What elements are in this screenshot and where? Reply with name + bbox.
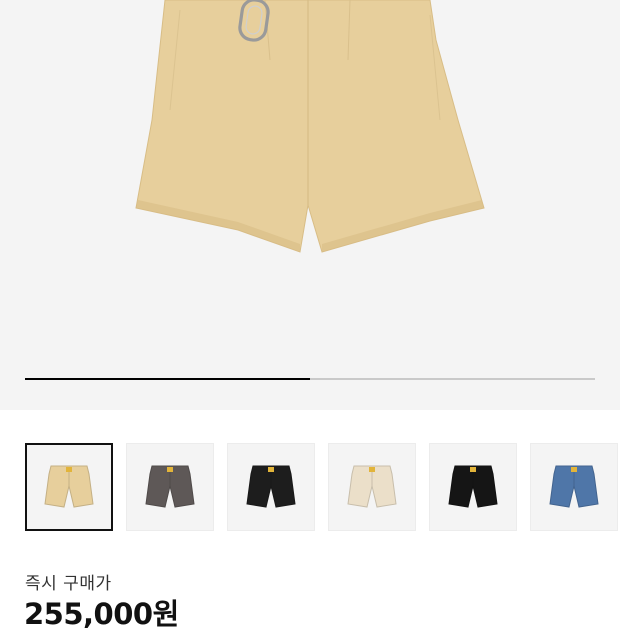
black-shorts-icon	[448, 465, 498, 508]
beige-shorts-icon	[44, 465, 94, 508]
carousel-progress-indicator	[25, 378, 310, 380]
color-variant-thumbnails	[25, 443, 620, 533]
instant-buy-price: 255,000원	[24, 597, 179, 631]
carousel-progress-track	[25, 378, 595, 380]
denim-blue-shorts-icon	[549, 465, 599, 508]
shorts-product-image	[135, 0, 485, 253]
thumbnail-beige-shorts[interactable]	[25, 443, 113, 531]
product-image-carousel[interactable]	[0, 0, 620, 410]
thumbnail-charcoal-shorts[interactable]	[126, 443, 214, 531]
instant-buy-price-label: 즉시 구매가	[25, 574, 112, 594]
cream-shorts-icon	[347, 465, 397, 508]
charcoal-shorts-icon	[145, 465, 195, 508]
thumbnail-black-shorts[interactable]	[227, 443, 315, 531]
thumbnail-black-shorts[interactable]	[429, 443, 517, 531]
thumbnail-cream-shorts[interactable]	[328, 443, 416, 531]
black-shorts-icon	[246, 465, 296, 508]
thumbnail-denim-blue-shorts[interactable]	[530, 443, 618, 531]
